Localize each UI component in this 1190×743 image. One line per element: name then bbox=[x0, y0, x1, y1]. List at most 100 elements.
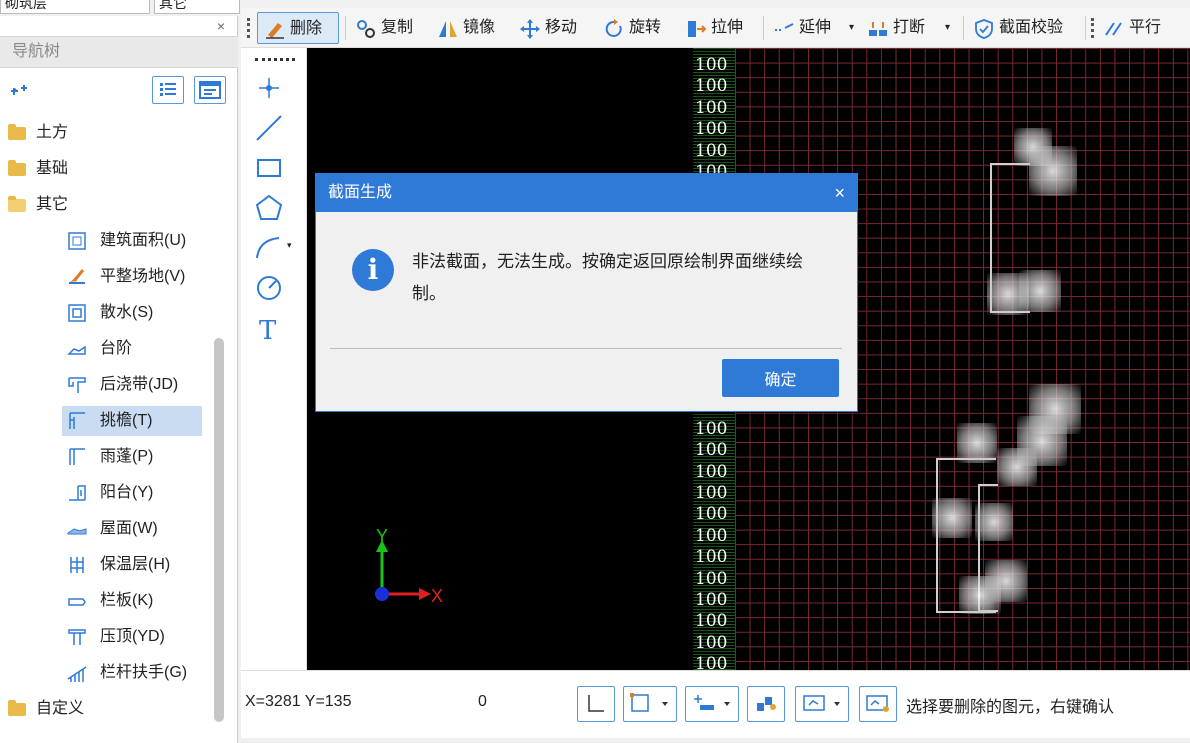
arc-icon[interactable] bbox=[251, 230, 287, 266]
dialog-title: 截面生成 bbox=[316, 174, 857, 212]
section-check-button[interactable]: 截面校验 bbox=[973, 12, 1079, 44]
selected-node[interactable] bbox=[985, 560, 1027, 602]
chevron-down-icon[interactable]: ▾ bbox=[287, 240, 292, 251]
tree-item-building-area[interactable]: 建筑面积(U) bbox=[62, 226, 202, 256]
snap-icon bbox=[630, 693, 668, 712]
move-button[interactable]: 移动 bbox=[519, 12, 591, 44]
detail-view-button[interactable] bbox=[194, 76, 226, 104]
toolbar-grip[interactable] bbox=[247, 18, 250, 38]
ortho-toggle[interactable] bbox=[577, 686, 615, 722]
insulation-icon bbox=[70, 557, 84, 573]
axis-indicator: Y X bbox=[375, 528, 443, 606]
selected-node[interactable] bbox=[932, 498, 972, 538]
dynamic-input-icon bbox=[694, 695, 730, 710]
draw-toolbar-grip[interactable] bbox=[255, 58, 295, 61]
apron-icon bbox=[68, 304, 86, 322]
tree-item-roof[interactable]: 屋面(W) bbox=[62, 514, 202, 544]
list-view-button[interactable] bbox=[152, 76, 184, 104]
tree-item-post-pour-strip[interactable]: 后浇带(JD) bbox=[62, 370, 202, 400]
tree-item-coping[interactable]: 压顶(YD) bbox=[62, 622, 202, 652]
dynamic-input-toggle[interactable] bbox=[685, 686, 739, 722]
folder-open-icon bbox=[8, 196, 26, 212]
nav-scrollbar[interactable] bbox=[214, 338, 224, 722]
ruler-label: 100 bbox=[695, 461, 728, 482]
ruler-label: 100 bbox=[695, 654, 728, 670]
dialog-message: 非法截面，无法生成。按确定返回原绘制界面继续绘制。 bbox=[412, 252, 803, 303]
layer-tool-icon bbox=[757, 697, 776, 711]
site-leveling-icon bbox=[69, 269, 85, 284]
display-icon bbox=[803, 695, 840, 711]
tree-item-canopy[interactable]: 雨蓬(P) bbox=[62, 442, 202, 472]
delete-label: 删除 bbox=[290, 20, 323, 37]
ok-button[interactable]: 确定 bbox=[722, 359, 839, 397]
rotate-button[interactable]: 旋转 bbox=[603, 12, 675, 44]
section-generate-dialog: 截面生成 × i 非法截面，无法生成。按确定返回原绘制界面继续绘制。 确定 bbox=[315, 173, 858, 412]
tree-folder-earthwork[interactable]: 土方 bbox=[0, 118, 220, 148]
canopy-icon bbox=[69, 448, 85, 465]
tree-item-balcony[interactable]: 阳台(Y) bbox=[62, 478, 202, 508]
parallel-button[interactable]: 平行 bbox=[1103, 12, 1183, 44]
line-icon[interactable] bbox=[251, 110, 287, 146]
tree-item-apron[interactable]: 散水(S) bbox=[62, 298, 202, 328]
break-button[interactable]: 打断 ▾ bbox=[867, 12, 959, 44]
add-component-icon[interactable] bbox=[10, 82, 32, 100]
tree-folder-label: 其它 bbox=[36, 196, 69, 213]
snap-toggle[interactable] bbox=[623, 686, 677, 722]
tree-item-railing[interactable]: 栏杆扶手(G) bbox=[62, 658, 202, 688]
selected-node[interactable] bbox=[1029, 146, 1077, 196]
tree-folder-label: 土方 bbox=[36, 124, 69, 141]
tree-item-label: 雨蓬(P) bbox=[100, 448, 154, 465]
selected-node[interactable] bbox=[975, 503, 1013, 541]
railing-icon bbox=[67, 666, 87, 682]
tree-item-label: 台阶 bbox=[100, 340, 133, 357]
selected-node[interactable] bbox=[1019, 270, 1061, 312]
window-icon bbox=[199, 81, 221, 99]
roof-icon bbox=[67, 528, 87, 535]
tree-item-site-leveling[interactable]: 平整场地(V) bbox=[62, 262, 202, 292]
copy-button[interactable]: 复制 bbox=[355, 12, 425, 44]
rotate-label: 旋转 bbox=[629, 19, 662, 36]
tree-folder-foundation[interactable]: 基础 bbox=[0, 154, 220, 184]
shield-check-icon bbox=[975, 19, 993, 39]
display-toggle[interactable] bbox=[795, 686, 849, 722]
ruler-label: 100 bbox=[695, 55, 728, 75]
nav-close-button[interactable]: × bbox=[217, 18, 225, 34]
delete-button[interactable]: 删除 bbox=[257, 12, 339, 44]
rectangle-icon[interactable] bbox=[251, 150, 287, 186]
copy-icon bbox=[357, 20, 375, 38]
tree-item-cornice[interactable]: 挑檐(T) bbox=[62, 406, 202, 436]
mirror-button[interactable]: 镜像 bbox=[437, 12, 507, 44]
tree-item-parapet[interactable]: 栏板(K) bbox=[62, 586, 202, 616]
layer-tool-button[interactable] bbox=[747, 686, 785, 722]
chevron-down-icon: ▾ bbox=[849, 22, 855, 33]
move-icon bbox=[520, 19, 540, 39]
toolbar-grip[interactable] bbox=[1091, 18, 1094, 38]
tree-folder-label: 基础 bbox=[36, 160, 69, 177]
selected-node[interactable] bbox=[957, 423, 997, 463]
copy-label: 复制 bbox=[381, 19, 414, 36]
polygon-icon[interactable] bbox=[251, 190, 287, 226]
tree-item-insulation[interactable]: 保温层(H) bbox=[62, 550, 202, 580]
ruler-label: 100 bbox=[695, 632, 728, 653]
tree-item-steps[interactable]: 台阶 bbox=[62, 334, 202, 364]
post-pour-strip-icon bbox=[68, 377, 86, 393]
dialog-close-button[interactable]: × bbox=[834, 174, 845, 212]
point-icon[interactable] bbox=[251, 70, 287, 106]
parallel-icon bbox=[1105, 22, 1122, 36]
category-combo[interactable]: 其它 bbox=[154, 0, 240, 14]
stretch-button[interactable]: 拉伸 bbox=[685, 12, 755, 44]
extend-button[interactable]: 延伸 ▾ bbox=[773, 12, 861, 44]
circle-icon[interactable] bbox=[251, 270, 287, 306]
balcony-icon bbox=[69, 485, 86, 501]
property-tool-button[interactable] bbox=[859, 686, 897, 722]
tree-item-label: 阳台(Y) bbox=[100, 484, 154, 501]
tree-folder-other[interactable]: 其它 bbox=[0, 190, 220, 220]
tree-folder-custom[interactable]: 自定义 bbox=[0, 694, 210, 724]
text-icon[interactable]: T bbox=[251, 310, 287, 346]
selected-node[interactable] bbox=[997, 448, 1037, 486]
stretch-label: 拉伸 bbox=[711, 19, 744, 36]
stretch-icon bbox=[688, 21, 707, 37]
extend-label: 延伸 bbox=[799, 19, 832, 36]
floor-combo[interactable]: 砌筑层 bbox=[0, 0, 150, 14]
status-hint: 选择要删除的图元，右键确认 bbox=[906, 699, 1115, 716]
